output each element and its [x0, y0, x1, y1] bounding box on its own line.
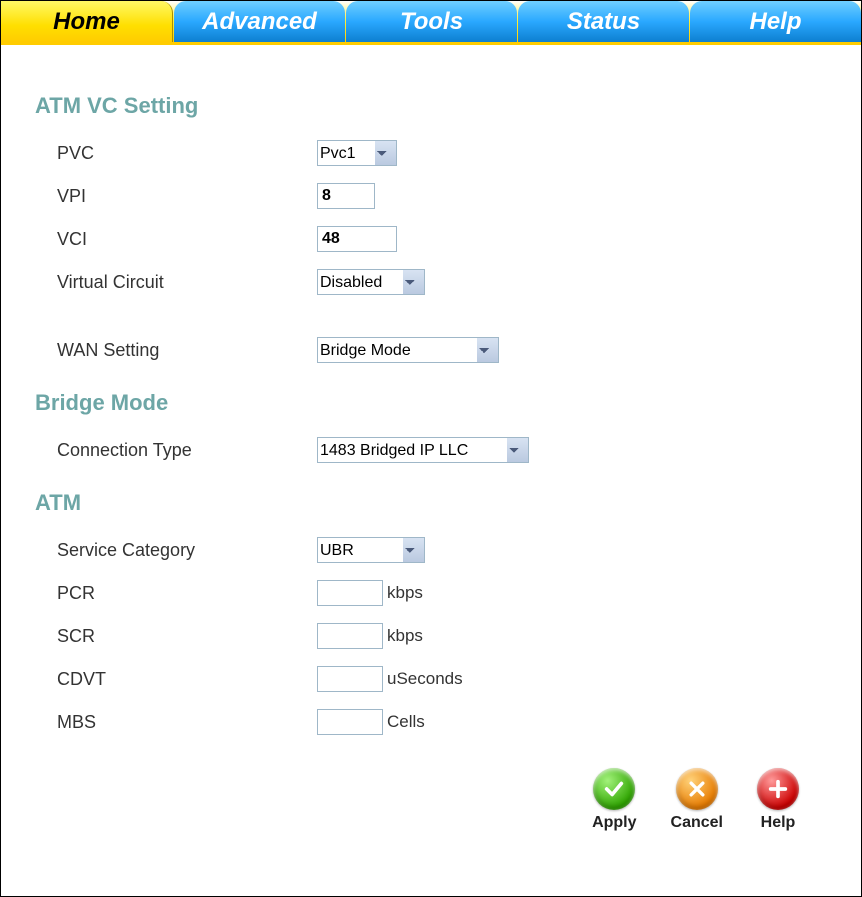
- label-mbs: MBS: [57, 712, 317, 733]
- label-scr: SCR: [57, 626, 317, 647]
- tab-advanced[interactable]: Advanced: [174, 1, 345, 42]
- label-wan-setting: WAN Setting: [57, 340, 317, 361]
- virtual-circuit-select[interactable]: Disabled: [317, 269, 425, 295]
- section-atm: ATM: [35, 490, 827, 516]
- pcr-input[interactable]: [317, 580, 383, 606]
- tab-help[interactable]: Help: [690, 1, 861, 42]
- tab-tools[interactable]: Tools: [346, 1, 517, 42]
- vci-input[interactable]: [317, 226, 397, 252]
- unit-cdvt: uSeconds: [387, 669, 463, 689]
- cdvt-input[interactable]: [317, 666, 383, 692]
- cancel-label: Cancel: [671, 814, 723, 832]
- tab-bar: Home Advanced Tools Status Help: [1, 1, 861, 45]
- action-bar: Apply Cancel Help: [35, 768, 799, 832]
- tab-status[interactable]: Status: [518, 1, 689, 42]
- section-bridge-mode: Bridge Mode: [35, 390, 827, 416]
- check-icon: [593, 768, 635, 810]
- label-cdvt: CDVT: [57, 669, 317, 690]
- apply-label: Apply: [592, 814, 636, 832]
- scr-input[interactable]: [317, 623, 383, 649]
- unit-scr: kbps: [387, 626, 423, 646]
- section-atm-vc-setting: ATM VC Setting: [35, 93, 827, 119]
- pvc-select[interactable]: Pvc1: [317, 140, 397, 166]
- label-virtual-circuit: Virtual Circuit: [57, 272, 317, 293]
- vpi-input[interactable]: [317, 183, 375, 209]
- label-service-category: Service Category: [57, 540, 317, 561]
- content-area: ATM VC Setting PVC Pvc1 VPI VCI Virtual …: [1, 45, 861, 832]
- label-connection-type: Connection Type: [57, 440, 317, 461]
- cancel-button[interactable]: Cancel: [671, 768, 723, 832]
- close-icon: [676, 768, 718, 810]
- label-vci: VCI: [57, 229, 317, 250]
- service-category-select[interactable]: UBR: [317, 537, 425, 563]
- unit-mbs: Cells: [387, 712, 425, 732]
- help-button[interactable]: Help: [757, 768, 799, 832]
- label-pvc: PVC: [57, 143, 317, 164]
- tab-home[interactable]: Home: [1, 1, 173, 42]
- apply-button[interactable]: Apply: [592, 768, 636, 832]
- help-label: Help: [761, 814, 796, 832]
- label-vpi: VPI: [57, 186, 317, 207]
- label-pcr: PCR: [57, 583, 317, 604]
- mbs-input[interactable]: [317, 709, 383, 735]
- unit-pcr: kbps: [387, 583, 423, 603]
- connection-type-select[interactable]: 1483 Bridged IP LLC: [317, 437, 529, 463]
- plus-icon: [757, 768, 799, 810]
- wan-setting-select[interactable]: Bridge Mode: [317, 337, 499, 363]
